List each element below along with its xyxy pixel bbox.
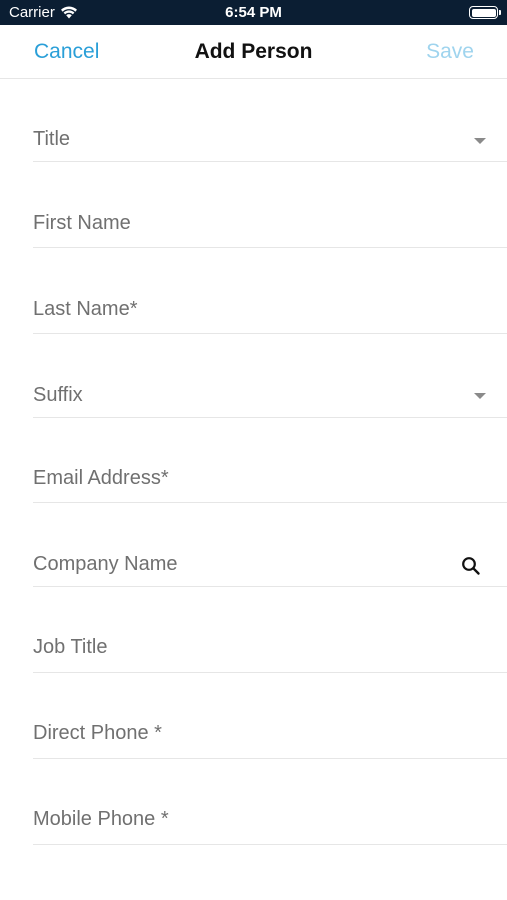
suffix-dropdown[interactable]: Suffix [33, 380, 507, 418]
direct-phone-field[interactable]: Direct Phone * [33, 718, 507, 759]
email-address-field-label: Email Address* [33, 467, 169, 489]
chevron-down-icon [474, 138, 486, 144]
mobile-phone-field-label: Mobile Phone * [33, 808, 169, 830]
company-name-field-label: Company Name [33, 553, 178, 575]
job-title-field-label: Job Title [33, 636, 108, 658]
suffix-field-label: Suffix [33, 384, 83, 406]
title-field-label: Title [33, 128, 71, 150]
navigation-bar: Cancel Add Person Save [0, 25, 507, 79]
email-address-field[interactable]: Email Address* [33, 463, 507, 503]
first-name-field[interactable]: First Name [33, 208, 507, 248]
save-button[interactable]: Save [426, 40, 474, 64]
status-time: 6:54 PM [225, 4, 282, 21]
title-dropdown[interactable]: Title [33, 124, 507, 162]
direct-phone-field-label: Direct Phone * [33, 722, 162, 744]
mobile-phone-field[interactable]: Mobile Phone * [33, 804, 507, 845]
first-name-field-label: First Name [33, 212, 131, 234]
battery-icon [469, 6, 501, 19]
company-name-field[interactable]: Company Name [33, 549, 507, 587]
last-name-field[interactable]: Last Name* [33, 294, 507, 334]
job-title-field[interactable]: Job Title [33, 632, 507, 673]
chevron-down-icon [474, 393, 486, 399]
search-icon[interactable] [461, 556, 481, 576]
last-name-field-label: Last Name* [33, 298, 138, 320]
status-bar: Carrier 6:54 PM [0, 0, 507, 25]
